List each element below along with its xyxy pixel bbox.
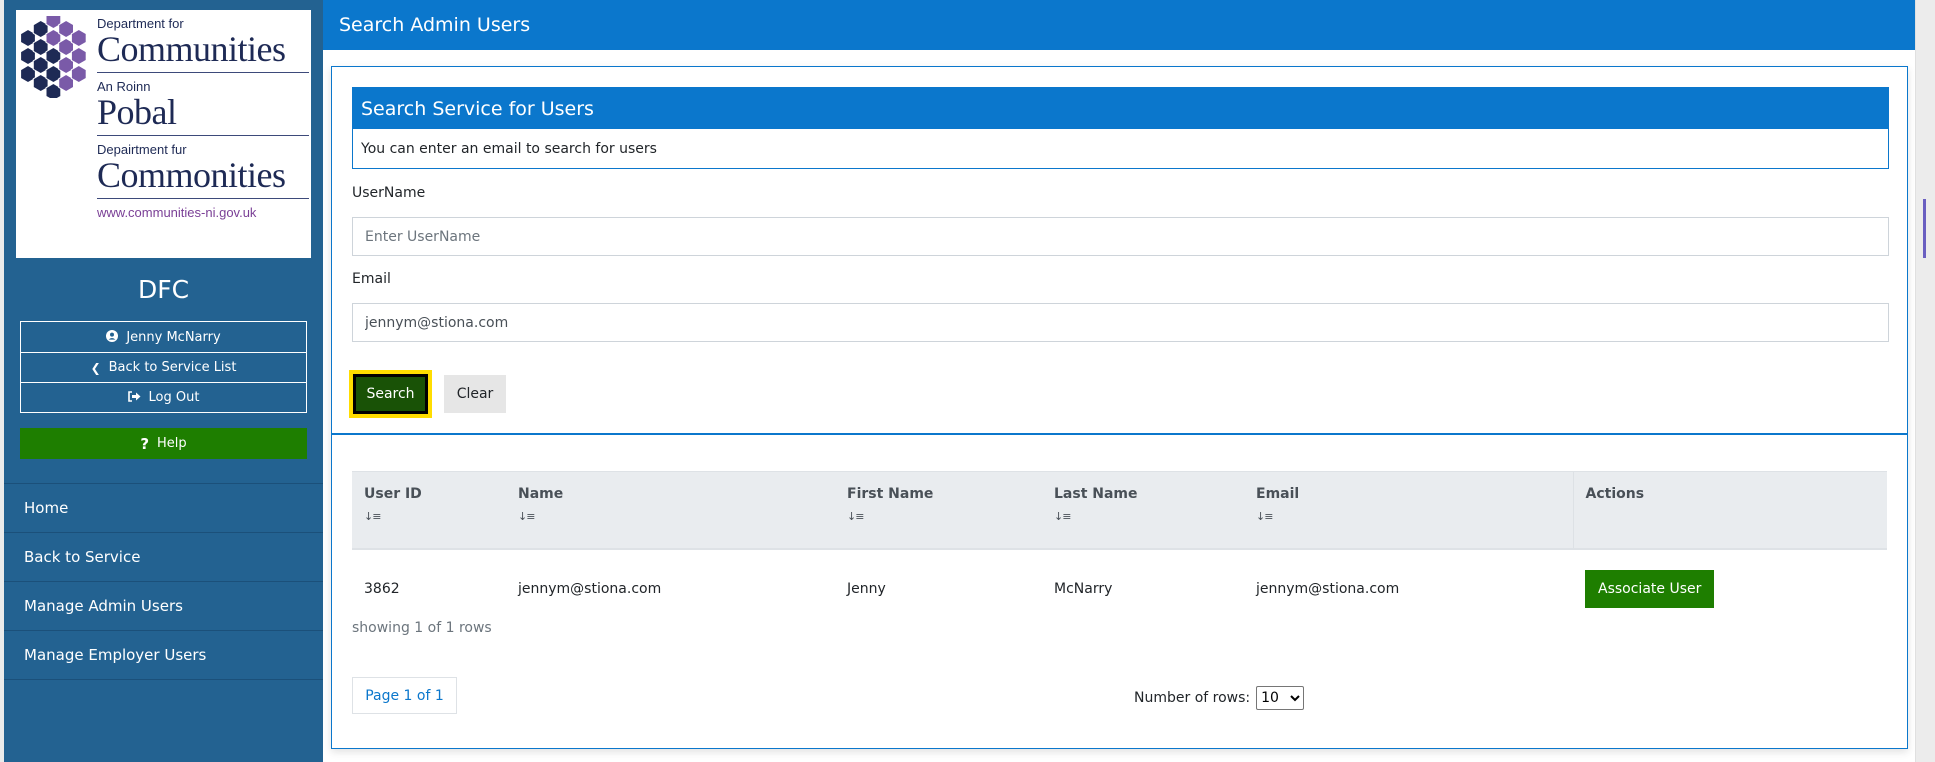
logo-divider (97, 198, 309, 199)
sort-amount-down-icon[interactable]: ↓≡ (1256, 510, 1561, 523)
logo-hexagon (70, 64, 87, 84)
email-label: Email (352, 271, 391, 287)
back-to-service-list-button[interactable]: ❮ Back to Service List (21, 352, 306, 382)
logo-line3-big: Commonities (97, 155, 286, 195)
sidebar: Department for Communities An Roinn Poba… (4, 0, 323, 762)
logo-hexagon (70, 46, 87, 66)
logo-url: www.communities-ni.gov.uk (97, 205, 257, 220)
username-label: UserName (352, 185, 426, 201)
log-out-button[interactable]: Log Out (21, 382, 306, 412)
section-divider (332, 433, 1907, 435)
search-panel-hint: You can enter an email to search for use… (361, 141, 657, 157)
search-panel-title: Search Service for Users (353, 88, 1888, 129)
page-title: Search Admin Users (339, 14, 531, 36)
org-name: DFC (137, 275, 190, 304)
results-table: User ID ↓≡ Name ↓≡ First Name ↓≡ Last Na… (352, 471, 1887, 629)
rows-per-page-select[interactable]: 10 (1256, 686, 1305, 710)
search-button-label: Search (356, 377, 425, 411)
chevron-left-icon: ❮ (90, 360, 101, 375)
cell-first-name: Jenny (847, 581, 886, 597)
search-card: Search Service for Users You can enter a… (331, 66, 1908, 749)
column-header-actions: Actions (1572, 471, 1887, 550)
help-button[interactable]: ? Help (20, 428, 307, 459)
department-logo: Department for Communities An Roinn Poba… (16, 10, 311, 258)
column-header-first-name[interactable]: First Name ↓≡ (835, 471, 1042, 550)
rows-per-page: Number of rows: 10 (1134, 686, 1305, 710)
table-row: 3862 jennym@stiona.com Jenny McNarry jen… (352, 549, 1887, 629)
table-header-row: User ID ↓≡ Name ↓≡ First Name ↓≡ Last Na… (352, 471, 1887, 550)
user-circle-icon (106, 329, 119, 345)
page-scrollbar[interactable] (1915, 0, 1935, 762)
cell-last-name: McNarry (1054, 581, 1113, 597)
hexagon-logo-icon (20, 16, 87, 98)
search-info-panel: Search Service for Users You can enter a… (352, 87, 1889, 169)
sign-out-icon (127, 390, 141, 405)
back-to-service-list-label: Back to Service List (108, 360, 237, 375)
main-content: Search Admin Users Search Service for Us… (323, 0, 1915, 762)
logo-line1-big: Communities (97, 29, 286, 69)
clear-button[interactable]: Clear (444, 375, 506, 413)
sidebar-item-home[interactable]: Home (4, 484, 323, 533)
user-menu: Jenny McNarry ❮ Back to Service List Log… (20, 321, 307, 413)
cell-actions: Associate User (1573, 549, 1887, 629)
sidebar-item-manage-employer-users[interactable]: Manage Employer Users (4, 631, 323, 680)
logo-line2-big: Pobal (97, 92, 177, 132)
page-header: Search Admin Users (323, 0, 1915, 50)
pagination-summary: showing 1 of 1 rows (352, 620, 492, 636)
rows-per-page-label: Number of rows: (1134, 690, 1251, 706)
help-label: Help (157, 436, 187, 451)
log-out-label: Log Out (148, 390, 200, 405)
column-header-email[interactable]: Email ↓≡ (1244, 471, 1573, 550)
sidebar-item-manage-admin-users[interactable]: Manage Admin Users (4, 582, 323, 631)
column-header-last-name[interactable]: Last Name ↓≡ (1042, 471, 1244, 550)
cell-name: jennym@stiona.com (518, 581, 662, 597)
question-icon: ? (140, 434, 150, 453)
email-input[interactable] (352, 303, 1889, 342)
search-button[interactable]: Search (349, 370, 432, 418)
logo-hexagon (70, 28, 87, 48)
column-header-user-id[interactable]: User ID ↓≡ (352, 471, 506, 550)
scrollbar-thumb[interactable] (1923, 199, 1926, 258)
sort-amount-down-icon[interactable]: ↓≡ (518, 510, 823, 523)
user-profile-button[interactable]: Jenny McNarry (21, 322, 306, 352)
sidebar-nav: Home Back to Service Manage Admin Users … (4, 483, 323, 680)
logo-divider (97, 135, 309, 136)
logo-divider (97, 72, 309, 73)
associate-user-button[interactable]: Associate User (1585, 570, 1715, 608)
cell-email: jennym@stiona.com (1256, 581, 1400, 597)
sort-amount-down-icon[interactable]: ↓≡ (364, 510, 494, 523)
sidebar-item-back-to-service[interactable]: Back to Service (4, 533, 323, 582)
username-input[interactable] (352, 217, 1889, 256)
page-indicator[interactable]: Page 1 of 1 (352, 677, 457, 714)
cell-user-id: 3862 (364, 581, 400, 597)
user-name: Jenny McNarry (126, 329, 221, 345)
sort-amount-down-icon[interactable]: ↓≡ (847, 510, 1030, 523)
sort-amount-down-icon[interactable]: ↓≡ (1054, 510, 1232, 523)
column-header-name[interactable]: Name ↓≡ (506, 471, 835, 550)
